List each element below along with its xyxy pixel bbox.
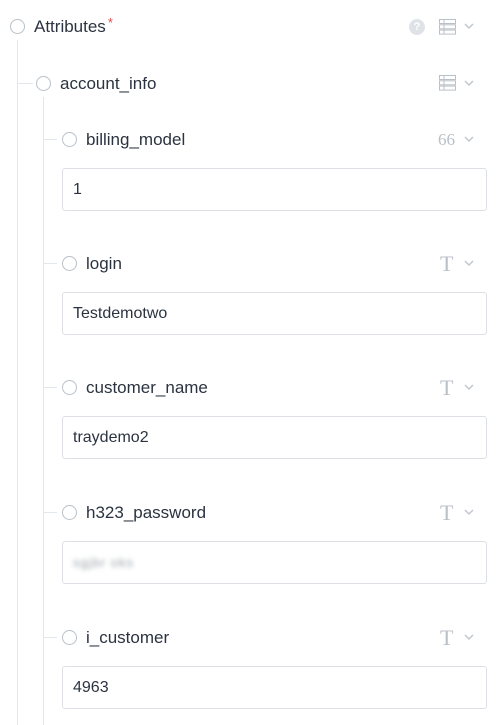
required-marker: * (107, 15, 113, 30)
h323-password-radio[interactable] (62, 505, 77, 520)
tree-branch-field (43, 637, 57, 638)
billing-model-value: 1 (73, 180, 82, 198)
text-type-icon[interactable]: T (440, 502, 453, 524)
attributes-radio[interactable] (10, 19, 25, 34)
h323-password-input[interactable]: sgjbr oks (62, 541, 487, 584)
tree-branch-field (43, 263, 57, 264)
list-icon[interactable] (439, 75, 456, 91)
customer-name-radio[interactable] (62, 380, 77, 395)
i-customer-value: 4963 (73, 678, 109, 696)
tree-branch-field (43, 512, 57, 513)
customer-name-value: traydemo2 (73, 428, 149, 446)
text-type-icon[interactable]: T (440, 253, 453, 275)
chevron-down-icon[interactable] (464, 382, 474, 392)
billing-model-input[interactable]: 1 (62, 168, 487, 211)
account-info-label: account_info (60, 74, 157, 93)
account-info-radio[interactable] (36, 76, 51, 91)
tree-branch-field (43, 387, 57, 388)
billing-model-label: billing_model (86, 130, 186, 149)
attributes-label-text: Attributes (34, 17, 106, 36)
i-customer-radio[interactable] (62, 630, 77, 645)
h323-password-label: h323_password (86, 503, 207, 522)
text-type-icon[interactable]: T (440, 377, 453, 399)
login-radio[interactable] (62, 256, 77, 271)
i-customer-input[interactable]: 4963 (62, 666, 487, 709)
chevron-down-icon[interactable] (464, 632, 474, 642)
tree-branch-group (17, 83, 33, 84)
billing-model-radio[interactable] (62, 132, 77, 147)
chevron-down-icon[interactable] (464, 507, 474, 517)
i-customer-label: i_customer (86, 628, 170, 647)
chevron-down-icon[interactable] (464, 78, 474, 88)
tree-guide-group (43, 97, 44, 725)
chevron-down-icon[interactable] (464, 21, 474, 31)
tree-branch-field (43, 139, 57, 140)
attributes-label: Attributes * (34, 15, 113, 38)
h323-password-value-blurred: sgjbr oks (73, 555, 135, 570)
text-type-icon[interactable]: T (440, 627, 453, 649)
number-type-icon[interactable]: 66 (438, 130, 455, 150)
help-icon[interactable]: ? (409, 19, 425, 35)
login-label: login (86, 254, 122, 273)
login-value: Testdemotwo (73, 304, 168, 322)
customer-name-label: customer_name (86, 378, 208, 397)
tree-guide-root (17, 40, 18, 725)
chevron-down-icon[interactable] (464, 258, 474, 268)
chevron-down-icon[interactable] (464, 134, 474, 144)
customer-name-input[interactable]: traydemo2 (62, 416, 487, 459)
list-icon[interactable] (439, 19, 456, 35)
login-input[interactable]: Testdemotwo (62, 292, 487, 335)
